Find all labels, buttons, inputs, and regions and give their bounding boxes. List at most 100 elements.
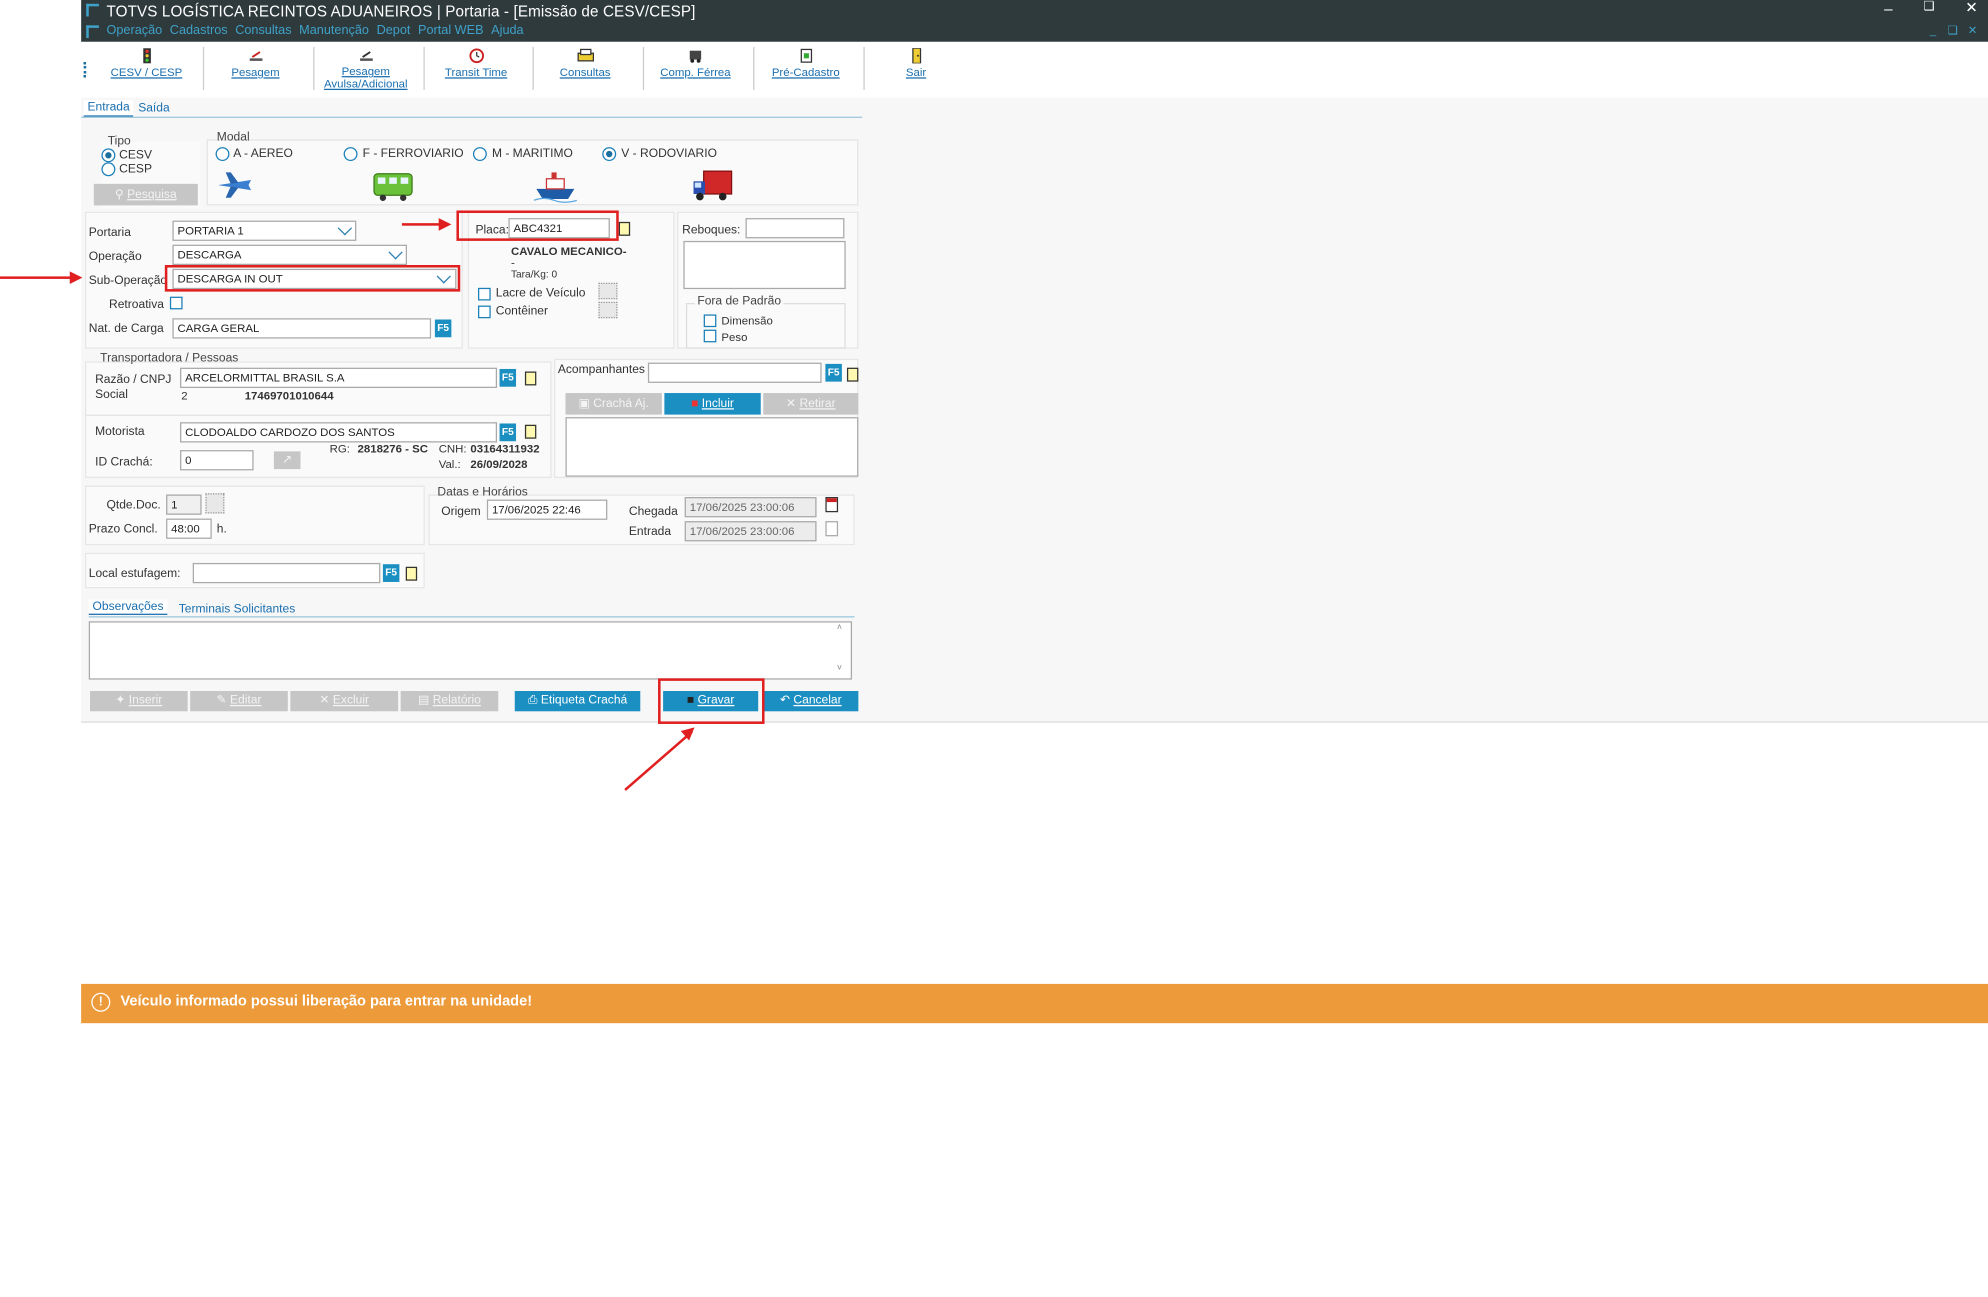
prazo-field[interactable]: 48:00 [166,518,212,539]
scroll-down-icon[interactable]: ˅ [837,664,842,673]
aereo-radio[interactable] [215,147,230,162]
cracha-aj-button[interactable]: ▣ Crachá Aj. [565,393,662,415]
menu-manutencao[interactable]: Manutenção [299,24,369,38]
rodoviario-label: V - RODOVIARIO [621,147,717,162]
tab-entrada[interactable]: Entrada [83,100,134,117]
insert-icon: ✦ [115,693,126,708]
origem-label: Origem [441,504,481,519]
pesagem-avulsa-button[interactable]: Pesagem Avulsa/Adicional [318,42,413,93]
origem-field[interactable]: 17/06/2025 22:46 [486,499,608,520]
pre-cadastro-button[interactable]: Pré-Cadastro [758,42,853,93]
clock-icon [468,48,484,64]
observacoes-textarea[interactable] [88,621,853,680]
acompanhantes-f5-button[interactable]: F5 [825,363,842,382]
menu-cadastros[interactable]: Cadastros [170,24,228,38]
placa-document-icon[interactable] [618,221,631,236]
razao-document-icon[interactable] [524,371,537,386]
retroativa-checkbox[interactable] [169,296,183,310]
razao-f5-button[interactable]: F5 [499,368,517,387]
portaria-label: Portaria [88,225,131,240]
rodoviario-radio[interactable] [602,147,617,162]
pesquisa-button[interactable]: ⚲ Pesquisa [93,183,198,206]
excluir-button[interactable]: ✕ Excluir [290,691,399,712]
truck-icon[interactable] [692,169,733,205]
child-minimize-icon[interactable]: _ [1930,24,1936,37]
tab-terminais[interactable]: Terminais Solicitantes [179,602,295,616]
maritimo-radio[interactable] [472,147,487,162]
cancelar-button[interactable]: ↶ Cancelar [763,691,859,712]
menu-depot[interactable]: Depot [377,24,411,38]
natcarga-field[interactable]: CARGA GERAL [172,318,432,339]
child-close-icon[interactable]: ✕ [1968,24,1978,38]
idcracha-button[interactable]: ↗ [273,451,301,470]
menu-portal-web[interactable]: Portal WEB [418,24,484,38]
minimize-icon[interactable]: – [1884,0,1892,18]
tab-saida[interactable]: Saída [138,101,169,115]
lacre-checkbox[interactable] [477,287,491,301]
motorista-document-icon[interactable] [524,424,537,439]
dimensao-label: Dimensão [721,314,773,328]
menu-operacao[interactable]: Operação [107,24,163,38]
restore-icon[interactable]: ❏ [1923,0,1934,14]
local-document-icon[interactable] [405,566,418,581]
child-restore-icon[interactable]: ❏ [1947,24,1957,38]
inserir-button[interactable]: ✦ Inserir [90,691,188,712]
chegada-label: Chegada [628,504,678,519]
entrada-field: 17/06/2025 23:00:06 [684,521,817,542]
relatorio-button[interactable]: ▤ Relatório [400,691,499,712]
menu-ajuda[interactable]: Ajuda [491,24,523,38]
tab-observacoes[interactable]: Observações [88,599,168,615]
qtde-doc-field: 1 [166,494,202,515]
reboques-field[interactable] [745,218,845,239]
dimensao-checkbox[interactable] [703,314,717,328]
acompanhantes-field[interactable] [647,362,822,383]
chegada-calendar-icon[interactable] [825,497,839,513]
lacre-grid-icon[interactable] [598,282,618,300]
retirar-button[interactable]: ✕ Retirar [763,393,859,415]
entrada-calendar-icon[interactable] [825,521,839,537]
operacao-select[interactable]: DESCARGA [172,244,407,265]
train-modal-icon[interactable] [373,170,414,203]
acompanhantes-list[interactable] [565,417,859,477]
conteiner-label: Contêiner [495,304,548,319]
ship-icon[interactable] [533,169,577,205]
cesv-radio[interactable] [101,148,116,163]
editar-button[interactable]: ✎ Editar [190,691,288,712]
reboques-list[interactable] [683,240,846,290]
gravar-highlight [658,678,765,724]
incluir-button[interactable]: ■ Incluir [664,393,761,415]
acompanhantes-document-icon[interactable] [846,367,859,382]
consultas-button[interactable]: Consultas [538,42,633,93]
peso-checkbox[interactable] [703,329,717,343]
local-estufagem-field[interactable] [192,562,381,584]
ferroviario-radio[interactable] [343,147,358,162]
suboperacao-arrow [0,276,72,279]
printer-icon [576,48,594,62]
idcracha-field[interactable]: 0 [180,450,254,471]
airplane-icon[interactable] [216,170,254,200]
notification-banner: ! Veículo informado possui liberação par… [81,983,1988,1024]
reboques-label: Reboques: [682,223,741,238]
pesagem-button[interactable]: Pesagem [208,42,303,93]
natcarga-f5-button[interactable]: F5 [434,319,452,338]
close-icon[interactable]: ✕ [1965,0,1978,16]
transit-time-button[interactable]: Transit Time [429,42,524,93]
scroll-up-icon[interactable]: ˄ [837,624,842,633]
portaria-select[interactable]: PORTARIA 1 [172,220,357,241]
motorista-f5-button[interactable]: F5 [499,423,517,442]
local-f5-button[interactable]: F5 [382,564,400,582]
motorista-field[interactable]: CLODOALDO CARDOZO DOS SANTOS [180,422,498,443]
razao-field[interactable]: ARCELORMITTAL BRASIL S.A [180,367,498,388]
register-icon [800,48,812,63]
conteiner-checkbox[interactable] [477,305,491,319]
qtde-doc-grid-icon[interactable] [205,493,225,514]
search-icon: ⚲ [114,187,124,202]
conteiner-grid-icon[interactable] [598,301,618,319]
sair-button[interactable]: Sair [869,42,964,93]
cesp-radio[interactable] [101,162,116,177]
menu-consultas[interactable]: Consultas [235,24,291,38]
cesv-cesp-button[interactable]: CESV / CESP [99,42,194,93]
etiqueta-cracha-button[interactable]: ⎙ Etiqueta Crachá [514,691,641,712]
comp-ferrea-button[interactable]: Comp. Férrea [648,42,743,93]
remove-icon: ✕ [786,396,797,411]
